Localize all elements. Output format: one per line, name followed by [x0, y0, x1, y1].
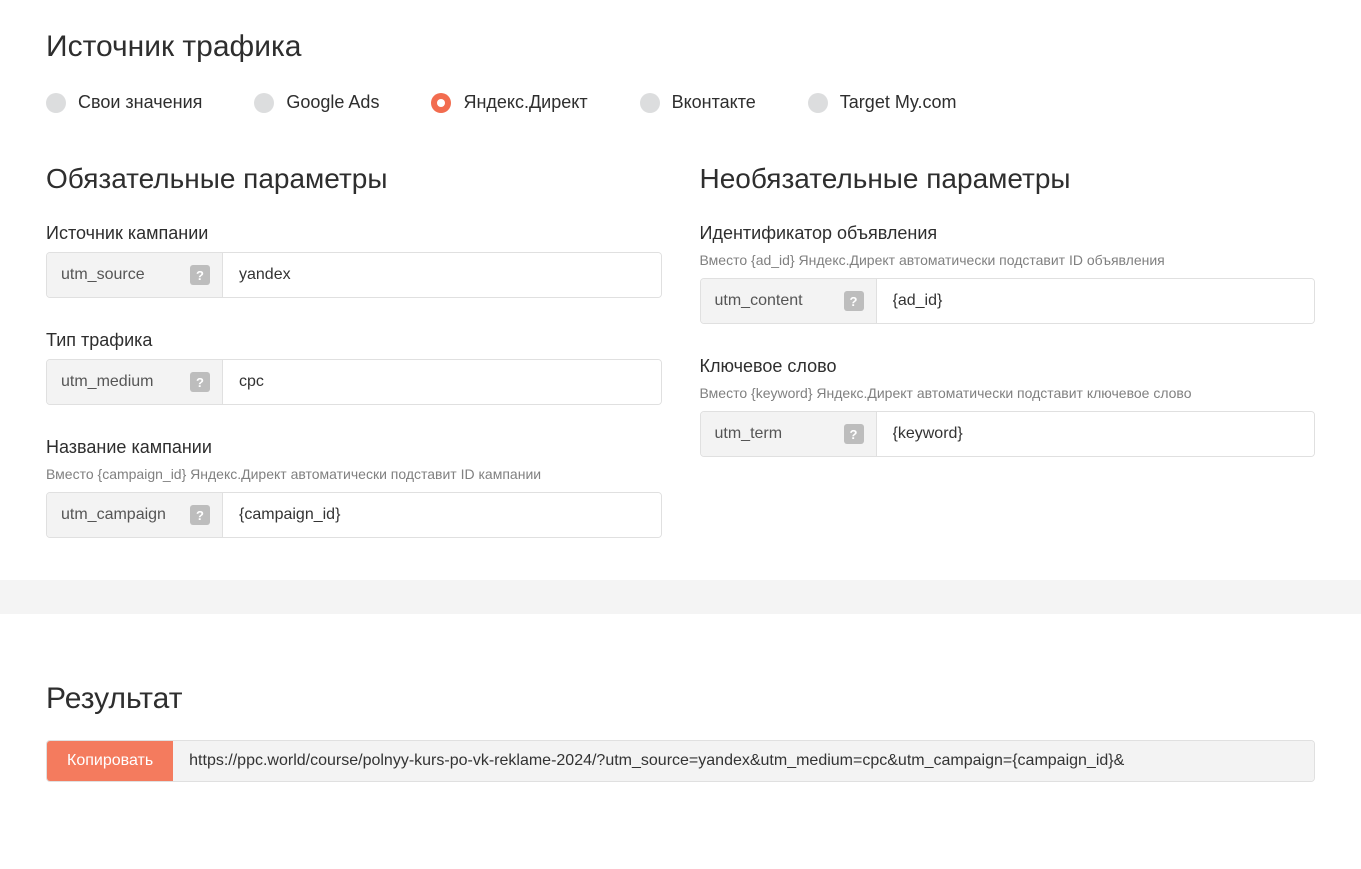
field-hint: Вместо {campaign_id} Яндекс.Директ автом… — [46, 466, 662, 482]
utm-term-input[interactable] — [877, 412, 1315, 456]
radio-dot-icon — [808, 93, 828, 113]
radio-dot-icon — [431, 93, 451, 113]
param-name: utm_medium — [61, 373, 153, 391]
radio-dot-icon — [46, 93, 66, 113]
radio-dot-icon — [640, 93, 660, 113]
traffic-source-section: Источник трафика Свои значения Google Ad… — [0, 0, 1361, 580]
radio-label: Свои значения — [78, 92, 202, 113]
help-icon[interactable]: ? — [190, 372, 210, 392]
section-divider — [0, 580, 1361, 614]
help-icon[interactable]: ? — [190, 265, 210, 285]
param-name: utm_campaign — [61, 506, 166, 524]
field-utm-medium: Тип трафика utm_medium ? — [46, 330, 662, 405]
traffic-source-title: Источник трафика — [46, 30, 1315, 64]
param-prefix: utm_source ? — [47, 253, 223, 297]
copy-button[interactable]: Копировать — [47, 741, 173, 781]
traffic-source-radios: Свои значения Google Ads Яндекс.Директ В… — [46, 92, 1315, 113]
param-name: utm_term — [715, 425, 783, 443]
optional-params-title: Необязательные параметры — [700, 163, 1316, 195]
field-label: Тип трафика — [46, 330, 662, 351]
result-row: Копировать — [46, 740, 1315, 782]
field-utm-campaign: Название кампании Вместо {campaign_id} Я… — [46, 437, 662, 538]
required-params-column: Обязательные параметры Источник кампании… — [46, 163, 662, 570]
field-row: utm_source ? — [46, 252, 662, 298]
radio-target-mycom[interactable]: Target My.com — [808, 92, 957, 113]
radio-label: Target My.com — [840, 92, 957, 113]
radio-dot-icon — [254, 93, 274, 113]
help-icon[interactable]: ? — [844, 291, 864, 311]
result-url-input[interactable] — [173, 741, 1314, 781]
param-name: utm_source — [61, 266, 145, 284]
field-utm-term: Ключевое слово Вместо {keyword} Яндекс.Д… — [700, 356, 1316, 457]
utm-content-input[interactable] — [877, 279, 1315, 323]
field-label: Идентификатор объявления — [700, 223, 1316, 244]
param-prefix: utm_medium ? — [47, 360, 223, 404]
field-row: utm_medium ? — [46, 359, 662, 405]
field-row: utm_term ? — [700, 411, 1316, 457]
utm-medium-input[interactable] — [223, 360, 661, 404]
radio-label: Вконтакте — [672, 92, 756, 113]
field-label: Название кампании — [46, 437, 662, 458]
radio-yandex-direct[interactable]: Яндекс.Директ — [431, 92, 587, 113]
field-row: utm_campaign ? — [46, 492, 662, 538]
help-icon[interactable]: ? — [844, 424, 864, 444]
field-hint: Вместо {ad_id} Яндекс.Директ автоматичес… — [700, 252, 1316, 268]
param-prefix: utm_term ? — [701, 412, 877, 456]
param-prefix: utm_campaign ? — [47, 493, 223, 537]
param-prefix: utm_content ? — [701, 279, 877, 323]
radio-label: Яндекс.Директ — [463, 92, 587, 113]
field-hint: Вместо {keyword} Яндекс.Директ автоматич… — [700, 385, 1316, 401]
field-utm-source: Источник кампании utm_source ? — [46, 223, 662, 298]
field-utm-content: Идентификатор объявления Вместо {ad_id} … — [700, 223, 1316, 324]
params-columns: Обязательные параметры Источник кампании… — [46, 163, 1315, 570]
utm-campaign-input[interactable] — [223, 493, 661, 537]
optional-params-column: Необязательные параметры Идентификатор о… — [700, 163, 1316, 570]
field-label: Ключевое слово — [700, 356, 1316, 377]
utm-source-input[interactable] — [223, 253, 661, 297]
radio-vkontakte[interactable]: Вконтакте — [640, 92, 756, 113]
field-row: utm_content ? — [700, 278, 1316, 324]
required-params-title: Обязательные параметры — [46, 163, 662, 195]
radio-own-values[interactable]: Свои значения — [46, 92, 202, 113]
result-title: Результат — [46, 682, 1315, 716]
help-icon[interactable]: ? — [190, 505, 210, 525]
radio-label: Google Ads — [286, 92, 379, 113]
result-section: Результат Копировать — [0, 644, 1361, 802]
radio-google-ads[interactable]: Google Ads — [254, 92, 379, 113]
param-name: utm_content — [715, 292, 803, 310]
field-label: Источник кампании — [46, 223, 662, 244]
